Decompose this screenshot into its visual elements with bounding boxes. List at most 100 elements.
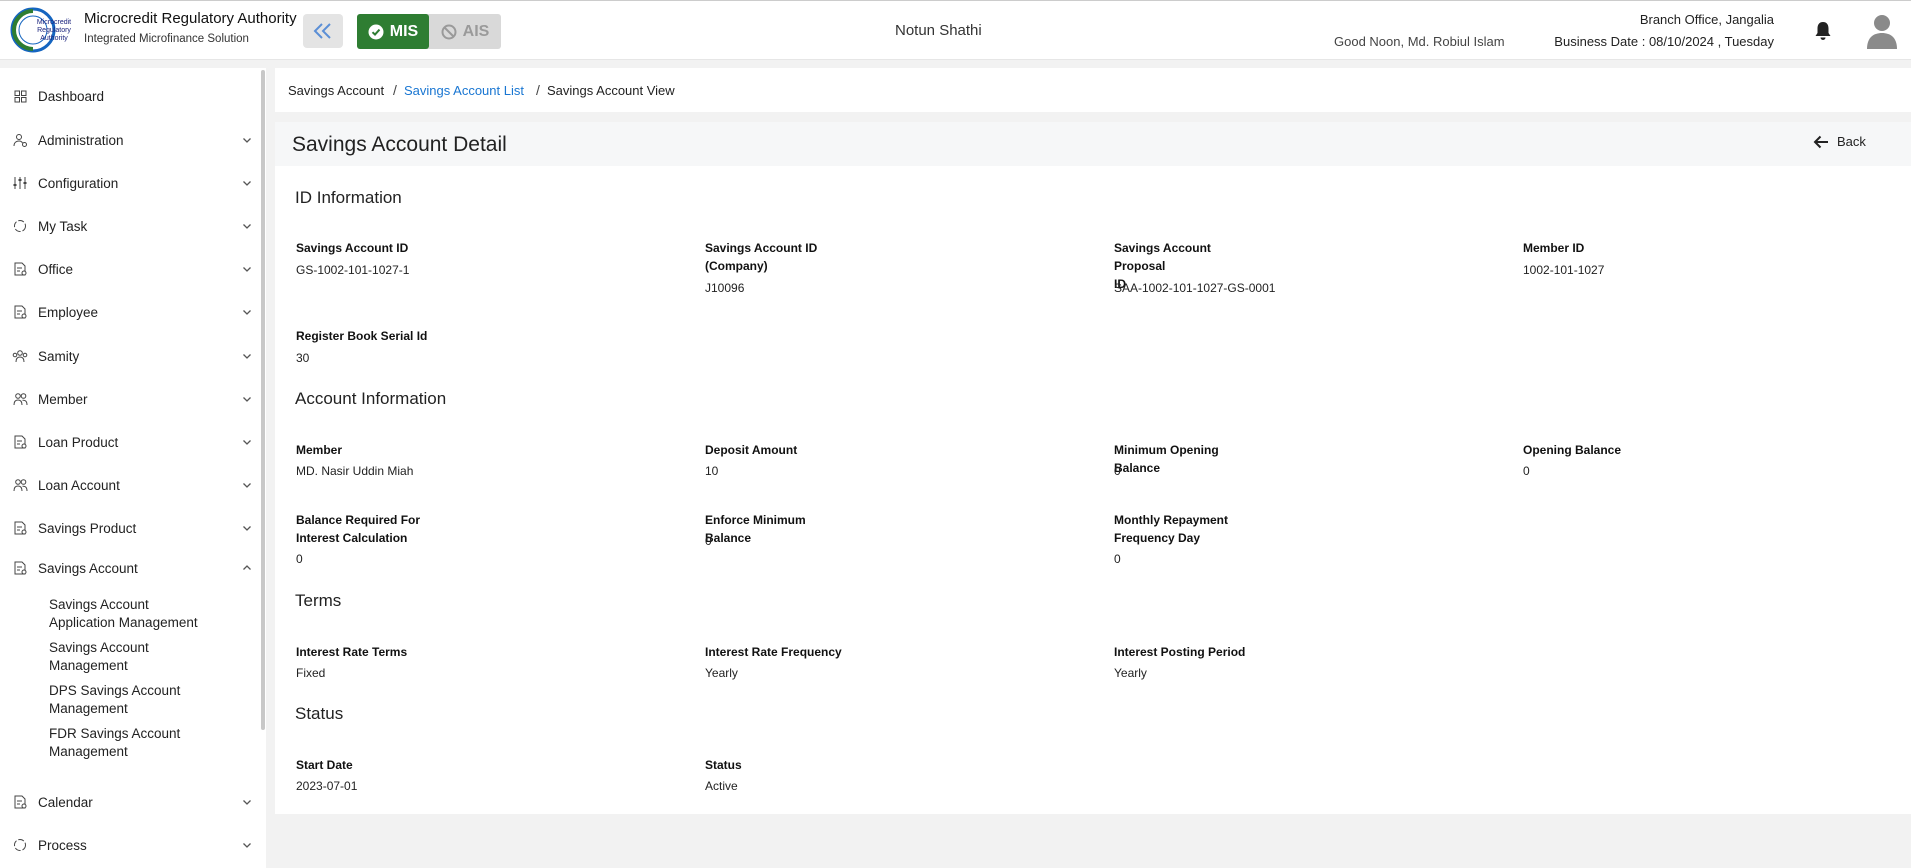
card-header: Savings Account Detail Back bbox=[275, 122, 1911, 166]
chevron-down-icon bbox=[243, 483, 251, 488]
section-title-status: Status bbox=[295, 704, 344, 723]
sidebar-item-loan-account[interactable]: Loan Account bbox=[12, 471, 252, 499]
sidebar-item-dashboard[interactable]: Dashboard bbox=[12, 82, 252, 110]
sidebar-item-label: My Task bbox=[38, 218, 88, 234]
logo-caption: Microcredit Regulatory Authority bbox=[36, 19, 72, 42]
sidebar-item-label: Savings Account bbox=[38, 560, 138, 576]
double-chevron-left-icon bbox=[313, 23, 331, 39]
bell-icon[interactable] bbox=[1814, 21, 1832, 41]
chevron-up-icon bbox=[243, 565, 251, 570]
field-label-status: Status bbox=[705, 758, 742, 772]
sidebar-item-label: Member bbox=[38, 391, 88, 407]
sliders-icon bbox=[12, 175, 28, 191]
field-label-interest-rate-terms: Interest Rate Terms bbox=[296, 645, 408, 659]
chevron-down-icon bbox=[243, 354, 251, 359]
document-icon bbox=[12, 794, 28, 810]
field-value-member: MD. Nasir Uddin Miah bbox=[296, 464, 414, 478]
brand-subtitle: Integrated Microfinance Solution bbox=[84, 33, 249, 45]
field-value-status: Active bbox=[705, 779, 738, 793]
sidebar-item-label: Loan Product bbox=[38, 434, 119, 450]
field-value-member-id: 1002-101-1027 bbox=[1523, 263, 1605, 277]
submenu-label-line: Savings Account bbox=[49, 640, 149, 655]
user-avatar-icon[interactable] bbox=[1866, 13, 1898, 49]
submenu-label-line: Savings Account bbox=[49, 597, 149, 612]
field-value-interest-posting-period: Yearly bbox=[1114, 666, 1147, 680]
greeting-text: Good Noon, Md. Robiul Islam bbox=[1334, 34, 1505, 49]
sidebar-item-office[interactable]: Office bbox=[12, 255, 252, 283]
chevron-down-icon bbox=[243, 843, 251, 848]
submenu-label-line: Management bbox=[49, 701, 128, 716]
chevron-down-icon bbox=[243, 310, 251, 315]
sidebar-item-label: Configuration bbox=[38, 175, 119, 191]
sidebar-item-configuration[interactable]: Configuration bbox=[12, 169, 252, 197]
group-icon bbox=[12, 348, 28, 364]
field-value-interest-rate-frequency: Yearly bbox=[705, 666, 738, 680]
field-value-opening-balance: 0 bbox=[1523, 464, 1530, 478]
sidebar-item-label: Savings Product bbox=[38, 520, 137, 536]
field-value-savings-account-id: GS-1002-101-1027-1 bbox=[296, 263, 410, 277]
system-switch: MIS AIS bbox=[357, 14, 501, 49]
breadcrumb-savings-account-list[interactable]: Savings Account List bbox=[404, 83, 524, 98]
sidebar-item-savings-account[interactable]: Savings Account bbox=[12, 554, 252, 582]
field-label-interest-rate-frequency: Interest Rate Frequency bbox=[705, 645, 842, 659]
submenu-fdr-savings-account-management[interactable]: FDR Savings Account Management bbox=[49, 725, 249, 761]
sidebar-item-calendar[interactable]: Calendar bbox=[12, 788, 252, 816]
field-value-minimum-opening-balance: 0 bbox=[1114, 464, 1121, 478]
ais-system-button[interactable]: AIS bbox=[429, 14, 501, 49]
members-icon bbox=[12, 477, 28, 493]
chevron-down-icon bbox=[243, 397, 251, 402]
brand-title: Microcredit Regulatory Authority bbox=[84, 10, 297, 27]
field-label-savings-account-id: Savings Account ID bbox=[296, 241, 409, 255]
sidebar-scrollbar[interactable] bbox=[261, 70, 265, 730]
sidebar-item-label: Calendar bbox=[38, 794, 93, 810]
field-value-enforce-minimum-balance: 0 bbox=[705, 534, 712, 548]
members-icon bbox=[12, 391, 28, 407]
sidebar-item-samity[interactable]: Samity bbox=[12, 342, 252, 370]
field-label-savings-account-id-company: Savings Account ID (Company) bbox=[705, 241, 818, 273]
check-circle-icon bbox=[368, 24, 384, 39]
sidebar-item-savings-product[interactable]: Savings Product bbox=[12, 514, 252, 542]
breadcrumb: Savings Account / Savings Account List /… bbox=[275, 68, 1911, 112]
chevron-down-icon bbox=[243, 224, 251, 229]
section-title-id-information: ID Information bbox=[295, 188, 402, 207]
breadcrumb-savings-account[interactable]: Savings Account bbox=[288, 83, 384, 98]
submenu-label-line: Management bbox=[49, 744, 128, 759]
mis-system-button[interactable]: MIS bbox=[357, 14, 429, 49]
refresh-icon bbox=[12, 837, 28, 853]
submenu-label-line: Application Management bbox=[49, 615, 198, 630]
field-label-interest-posting-period: Interest Posting Period bbox=[1114, 645, 1246, 659]
mis-label: MIS bbox=[389, 22, 419, 40]
field-label-start-date: Start Date bbox=[296, 758, 353, 772]
breadcrumb-separator: / bbox=[536, 82, 540, 98]
document-icon bbox=[12, 304, 28, 320]
document-icon bbox=[12, 520, 28, 536]
submenu-savings-account-application-management[interactable]: Savings Account Application Management bbox=[49, 596, 249, 632]
sidebar-item-my-task[interactable]: My Task bbox=[12, 212, 252, 240]
users-cog-icon bbox=[12, 132, 28, 148]
sidebar-item-administration[interactable]: Administration bbox=[12, 126, 252, 154]
sidebar-item-process[interactable]: Process bbox=[12, 831, 252, 859]
document-icon bbox=[12, 434, 28, 450]
chevron-down-icon bbox=[243, 526, 251, 531]
section-title-terms: Terms bbox=[295, 591, 342, 610]
back-button[interactable]: Back bbox=[1813, 134, 1866, 149]
sidebar-item-employee[interactable]: Employee bbox=[12, 298, 252, 326]
field-value-deposit-amount: 10 bbox=[705, 464, 719, 478]
page-title: Savings Account Detail bbox=[292, 133, 507, 156]
sidebar-item-loan-product[interactable]: Loan Product bbox=[12, 428, 252, 456]
organization-name: Notun Shathi bbox=[895, 22, 982, 39]
branch-name: Branch Office, Jangalia bbox=[1639, 12, 1774, 27]
field-label-member: Member bbox=[296, 443, 343, 457]
grid-icon bbox=[12, 88, 28, 104]
field-label-enforce-minimum-balance: Enforce Minimum Balance bbox=[705, 513, 806, 545]
field-value-monthly-repayment-frequency-day: 0 bbox=[1114, 552, 1121, 566]
sidebar-item-member[interactable]: Member bbox=[12, 385, 252, 413]
field-label-register-book-serial-id: Register Book Serial Id bbox=[296, 329, 428, 343]
field-label-member-id: Member ID bbox=[1523, 241, 1585, 255]
breadcrumb-savings-account-view: Savings Account View bbox=[547, 83, 675, 98]
sidebar-collapse-button[interactable] bbox=[303, 14, 343, 48]
submenu-dps-savings-account-management[interactable]: DPS Savings Account Management bbox=[49, 682, 249, 718]
submenu-label-line: DPS Savings Account bbox=[49, 683, 181, 698]
submenu-savings-account-management[interactable]: Savings Account Management bbox=[49, 639, 249, 675]
chevron-down-icon bbox=[243, 440, 251, 445]
